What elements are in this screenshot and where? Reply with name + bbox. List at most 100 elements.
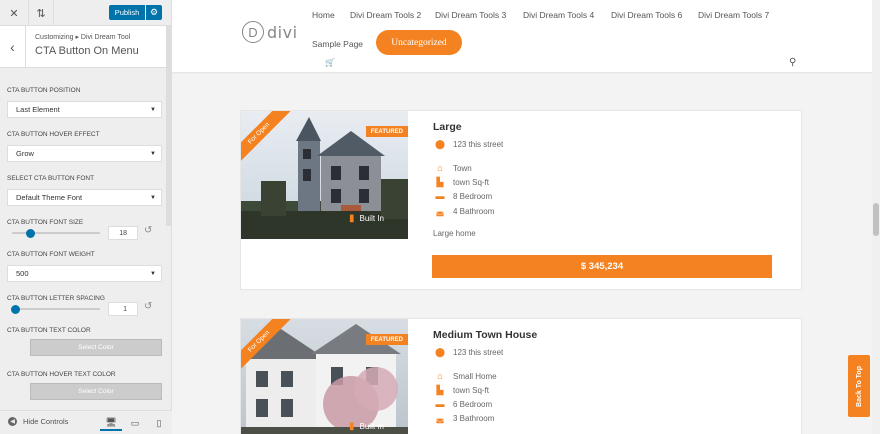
building-icon: ▮ xyxy=(349,213,355,224)
slider-thumb[interactable] xyxy=(11,304,21,314)
map-pin-icon: ⬤ xyxy=(434,347,446,357)
cart-icon[interactable]: 🛒 xyxy=(325,58,335,67)
nav-link-tools-3[interactable]: Divi Dream Tools 3 xyxy=(435,10,506,20)
bath-icon: ◛ xyxy=(435,206,445,216)
font-value: Default Theme Font xyxy=(16,193,83,202)
nav-link-tools-4[interactable]: Divi Dream Tools 4 xyxy=(523,10,594,20)
tablet-icon[interactable]: ▭ xyxy=(124,415,146,431)
logo-mark: D xyxy=(242,21,264,43)
nav-cta-button[interactable]: Uncategorized xyxy=(376,30,462,55)
position-label: CTA BUTTON POSITION xyxy=(7,87,81,94)
back-chevron-icon[interactable]: ‹ xyxy=(0,26,26,68)
font-weight-label: CTA BUTTON FONT WEIGHT xyxy=(7,251,95,258)
font-size-label: CTA BUTTON FONT SIZE xyxy=(7,219,84,226)
publish-button[interactable]: Publish xyxy=(109,5,145,20)
nav-link-sample-page[interactable]: Sample Page xyxy=(312,39,363,49)
built-in-tag: ▮ Built In xyxy=(349,213,384,224)
built-in-label: Built In xyxy=(359,214,384,223)
bedrooms-text: 8 Bedroom xyxy=(453,191,493,201)
desktop-icon[interactable]: 🖥 xyxy=(100,415,122,431)
position-select[interactable]: Last Element ▼ xyxy=(7,101,162,118)
nav-link-tools-6[interactable]: Divi Dream Tools 6 xyxy=(611,10,682,20)
customizer-sidebar: ✕ ⇅ Publish ⚙ ‹ Customizing ▸ Divi Dream… xyxy=(0,0,172,434)
search-icon[interactable]: ⚲ xyxy=(789,57,796,68)
font-label: SELECT CTA BUTTON FONT xyxy=(7,175,95,182)
bedrooms-text: 6 Bedroom xyxy=(453,399,493,409)
bed-icon: ▬ xyxy=(435,399,445,409)
listing-title[interactable]: Medium Town House xyxy=(433,329,537,341)
hover-text-color-label: CTA BUTTON HOVER TEXT COLOR xyxy=(7,371,116,378)
sqft-text: town Sq-ft xyxy=(453,386,490,395)
price-button[interactable]: $ 345,234 xyxy=(432,255,772,278)
home-icon: ⌂ xyxy=(437,371,443,381)
listing-title[interactable]: Large xyxy=(433,121,462,133)
site-preview: D divi Home Divi Dream Tools 2 Divi Drea… xyxy=(172,0,880,434)
back-to-top-label: Back To Top xyxy=(855,365,863,407)
font-select[interactable]: Default Theme Font ▼ xyxy=(7,189,162,206)
address-text: 123 this street xyxy=(453,348,504,357)
chevron-down-icon: ▼ xyxy=(150,106,156,113)
slider-thumb[interactable] xyxy=(26,228,36,238)
chevron-down-icon: ▼ xyxy=(150,150,156,157)
customizer-toolbar: ✕ ⇅ Publish ⚙ xyxy=(0,0,171,26)
mobile-icon[interactable]: ▯ xyxy=(148,415,170,431)
listing-address: ⬤ 123 this street xyxy=(433,139,503,150)
house-photo[interactable]: For Open FEATURED ▮ Built In xyxy=(241,111,408,239)
close-icon[interactable]: ✕ xyxy=(1,0,27,26)
hover-text-color-button[interactable]: Select Color xyxy=(30,383,162,400)
logo-text: divi xyxy=(267,22,298,42)
chevron-down-icon: ▼ xyxy=(150,270,156,277)
letter-spacing-slider[interactable] xyxy=(11,304,100,314)
customizer-footer: ◀ Hide Controls 🖥 ▭ ▯ xyxy=(0,410,172,434)
nav-link-tools-7[interactable]: Divi Dream Tools 7 xyxy=(698,10,769,20)
built-in-tag: ▮ Built In xyxy=(349,421,384,432)
nav-link-home[interactable]: Home xyxy=(312,10,335,20)
gear-icon[interactable]: ⚙ xyxy=(146,5,162,20)
house-photo[interactable]: For Open FEATURED ▮ Built In xyxy=(241,319,408,434)
preview-scrollbar[interactable] xyxy=(872,0,880,434)
back-to-top-button[interactable]: Back To Top xyxy=(848,355,870,417)
hover-effect-select[interactable]: Grow ▼ xyxy=(7,145,162,162)
featured-badge: FEATURED xyxy=(365,126,408,137)
listing-bathrooms: ◛ 4 Bathroom xyxy=(433,206,495,217)
controls-list[interactable]: CTA BUTTON POSITION Last Element ▼ CTA B… xyxy=(0,69,166,409)
letter-spacing-label: CTA BUTTON LETTER SPACING xyxy=(7,295,105,302)
built-in-label: Built In xyxy=(359,422,384,431)
listing-type: ⌂ Town xyxy=(433,163,472,173)
featured-badge: FEATURED xyxy=(365,334,408,345)
font-size-slider[interactable] xyxy=(12,228,100,238)
area-icon: ▙ xyxy=(436,385,444,395)
font-weight-select[interactable]: 500 ▼ xyxy=(7,265,162,282)
position-value: Last Element xyxy=(16,105,60,114)
text-color-button[interactable]: Select Color xyxy=(30,339,162,356)
site-logo[interactable]: D divi xyxy=(242,21,298,43)
listing-card[interactable]: For Open FEATURED ▮ Built In Medium Town… xyxy=(240,318,802,434)
collapse-icon: ◀ xyxy=(8,417,17,426)
font-size-input[interactable]: 18 xyxy=(108,226,138,240)
scrollbar-thumb[interactable] xyxy=(873,203,879,236)
building-icon: ▮ xyxy=(349,421,355,432)
hover-effect-value: Grow xyxy=(16,149,34,158)
reset-icon[interactable]: ↺ xyxy=(144,225,152,236)
map-pin-icon: ⬤ xyxy=(434,139,446,149)
listing-card[interactable]: For Open FEATURED ▮ Built In Large ⬤ 123… xyxy=(240,110,802,290)
listing-bedrooms: ▬ 8 Bedroom xyxy=(433,191,493,201)
listing-bathrooms: ◛ 3 Bathroom xyxy=(433,413,495,424)
hide-controls-button[interactable]: ◀ Hide Controls xyxy=(8,417,68,426)
reset-icon[interactable]: ↺ xyxy=(144,301,152,312)
type-text: Town xyxy=(453,163,472,173)
sqft-text: town Sq-ft xyxy=(453,178,490,187)
type-text: Small Home xyxy=(453,371,497,381)
font-weight-value: 500 xyxy=(16,269,29,278)
nav-link-tools-2[interactable]: Divi Dream Tools 2 xyxy=(350,10,421,20)
listing-bedrooms: ▬ 6 Bedroom xyxy=(433,399,493,409)
breadcrumb: Customizing ▸ Divi Dream Tool xyxy=(35,34,131,41)
listing-sqft: ▙ town Sq-ft xyxy=(433,177,489,188)
site-header: D divi Home Divi Dream Tools 2 Divi Drea… xyxy=(172,0,872,72)
listing-description: Large home xyxy=(433,229,476,238)
bathrooms-text: 3 Bathroom xyxy=(453,414,495,423)
panel-header: ‹ Customizing ▸ Divi Dream Tool CTA Butt… xyxy=(0,26,171,68)
letter-spacing-input[interactable]: 1 xyxy=(108,302,138,316)
sort-arrows-icon[interactable]: ⇅ xyxy=(28,0,54,26)
hover-effect-label: CTA BUTTON HOVER EFFECT xyxy=(7,131,100,138)
